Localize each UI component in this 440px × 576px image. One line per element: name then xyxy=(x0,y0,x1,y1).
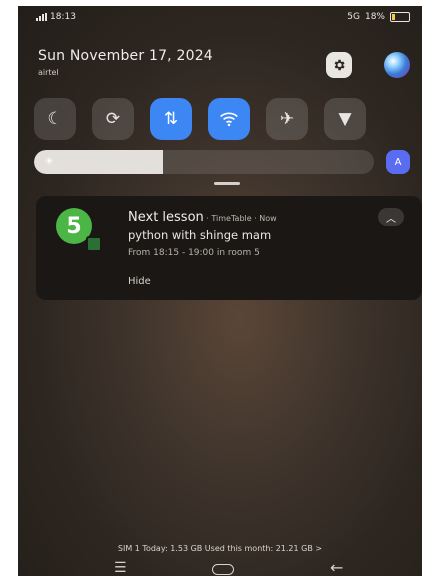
gear-icon xyxy=(334,59,345,71)
clock: 18:13 xyxy=(50,12,76,22)
navigation-bar: ☰ ← xyxy=(18,558,422,576)
network-type-icon: 5G xyxy=(347,12,360,22)
carrier-label: airtel xyxy=(38,68,59,77)
toggle-wifi[interactable] xyxy=(208,98,250,140)
sun-icon: ☀ xyxy=(44,155,54,168)
wifi-icon xyxy=(220,112,238,127)
app-badge-icon xyxy=(86,236,102,252)
notification-card[interactable]: 5 Next lesson · TimeTable · Now python w… xyxy=(36,196,422,300)
toggle-night-mode[interactable]: ☾ xyxy=(34,98,76,140)
status-bar: 18:13 5G 18% xyxy=(18,6,422,28)
home-icon[interactable] xyxy=(212,564,234,575)
notification-body: python with shinge mam xyxy=(128,228,272,242)
flashlight-icon: ▼ xyxy=(338,109,352,129)
settings-button[interactable] xyxy=(326,52,352,78)
date-label: Sun November 17, 2024 xyxy=(38,48,213,64)
data-usage-link[interactable]: SIM 1 Today: 1.53 GB Used this month: 21… xyxy=(18,544,422,553)
auto-brightness-button[interactable]: A xyxy=(386,150,410,174)
signal-icon xyxy=(36,13,47,21)
sync-icon: ⟳ xyxy=(105,109,121,129)
chevron-up-icon: ︿ xyxy=(386,213,396,225)
quick-toggles: ☾ ⟳ ⇅ ✈ ▼ xyxy=(34,98,366,140)
drag-handle[interactable] xyxy=(214,182,240,185)
toggle-airplane-mode[interactable]: ✈ xyxy=(266,98,308,140)
collapse-button[interactable]: ︿ xyxy=(378,208,404,226)
notification-shade: 18:13 5G 18% Sun November 17, 2024 airte… xyxy=(18,6,422,576)
battery-icon xyxy=(390,12,410,22)
notification-meta: · TimeTable · Now xyxy=(203,214,277,223)
notification-time: From 18:15 - 19:00 in room 5 xyxy=(128,248,260,258)
menu-icon[interactable]: ☰ xyxy=(114,560,127,576)
notification-title: Next lesson xyxy=(128,210,204,225)
hide-button[interactable]: Hide xyxy=(128,276,151,287)
toggle-sync[interactable]: ⟳ xyxy=(92,98,134,140)
back-arrow-icon[interactable]: ← xyxy=(330,558,343,576)
toggle-mobile-data[interactable]: ⇅ xyxy=(150,98,192,140)
battery-percent: 18% xyxy=(364,12,385,22)
notification-title-row: Next lesson · TimeTable · Now xyxy=(128,210,277,225)
toggle-flashlight[interactable]: ▼ xyxy=(324,98,366,140)
brightness-slider[interactable]: ☀ xyxy=(34,150,374,174)
moon-icon: ☾ xyxy=(47,109,63,129)
airplane-icon: ✈ xyxy=(279,109,295,129)
theme-icon[interactable] xyxy=(384,52,410,78)
data-arrows-icon: ⇅ xyxy=(163,109,179,129)
